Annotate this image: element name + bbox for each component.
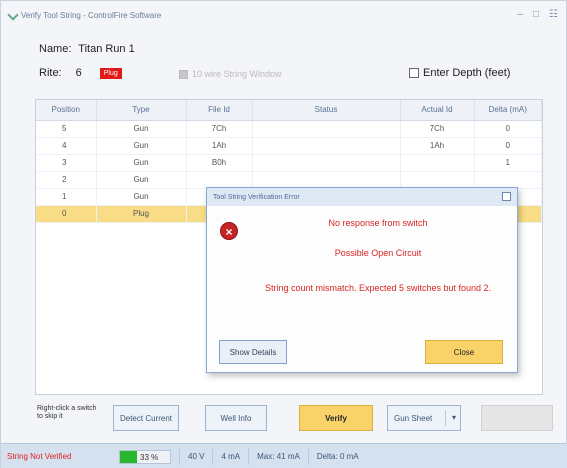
dialog-close-icon[interactable]	[502, 192, 511, 201]
cell-status	[252, 120, 401, 138]
col-type[interactable]: Type	[96, 100, 187, 121]
well-info-button[interactable]: Well Info	[205, 405, 267, 431]
cell-status	[252, 137, 401, 155]
table-row[interactable]: 3 Gun B0h 1	[36, 154, 542, 172]
ten-wire-option: 10 wire String Window	[179, 69, 282, 79]
cell-status	[252, 171, 401, 189]
cell-file-id: 1Ah	[186, 137, 253, 155]
status-bar: String Not Verified 33 % 40 V 4 mA Max: …	[1, 443, 567, 468]
rite-label: Rite:	[39, 67, 62, 79]
cell-delta	[474, 171, 542, 189]
verify-tool-string-window: Verify Tool String - ControlFire Softwar…	[0, 0, 567, 468]
name-value: Titan Run 1	[78, 43, 135, 55]
cell-position: 2	[36, 171, 97, 189]
col-delta[interactable]: Delta (mA)	[474, 100, 542, 121]
name-label: Name:	[39, 43, 72, 55]
disabled-action-button	[481, 405, 553, 431]
cell-position: 5	[36, 120, 97, 138]
chevron-down-icon[interactable]: ▾	[452, 413, 456, 422]
status-delta: Delta: 0 mA	[307, 448, 367, 465]
progress-fill	[120, 450, 137, 463]
dialog-close-button[interactable]: Close	[425, 340, 503, 364]
verification-error-dialog: Tool String Verification Error × No resp…	[206, 187, 518, 373]
table-row[interactable]: 2 Gun	[36, 171, 542, 189]
name-row: Name: Titan Run 1	[39, 43, 135, 55]
error-message-open-circuit: Possible Open Circuit	[334, 248, 422, 258]
progress-bar: 33 %	[119, 449, 171, 464]
rite-value: 6	[75, 67, 82, 79]
cell-type: Gun	[96, 120, 187, 138]
cell-type: Gun	[96, 137, 187, 155]
verify-button[interactable]: Verify	[299, 405, 373, 431]
skip-hint: Right-click a switch to skip it	[37, 405, 97, 420]
detect-current-button[interactable]: Detect Current	[113, 405, 179, 431]
table-row[interactable]: 5 Gun 7Ch 7Ch 0	[36, 120, 542, 138]
window-controls: – □ ☷	[517, 9, 558, 20]
dialog-title: Tool String Verification Error	[213, 193, 300, 201]
table-header-row: Position Type File Id Status Actual Id D…	[36, 100, 542, 121]
close-icon[interactable]: ☷	[549, 9, 558, 20]
cell-type: Gun	[96, 154, 187, 172]
plug-badge: Plug	[99, 67, 122, 79]
cell-type: Plug	[96, 205, 187, 223]
cell-actual-id: 7Ch	[400, 120, 475, 138]
enter-depth-checkbox[interactable]	[409, 68, 419, 78]
cell-actual-id	[400, 171, 475, 189]
col-status[interactable]: Status	[252, 100, 401, 121]
status-not-verified: String Not Verified	[7, 452, 72, 461]
cell-delta: 0	[474, 120, 542, 138]
app-icon	[7, 9, 19, 21]
error-message-count-mismatch: String count mismatch. Expected 5 switch…	[264, 283, 492, 293]
cell-position: 1	[36, 188, 97, 206]
gun-sheet-label: Gun Sheet	[394, 413, 433, 423]
window-title: Verify Tool String - ControlFire Softwar…	[21, 10, 162, 20]
cell-type: Gun	[96, 188, 187, 206]
cell-position: 0	[36, 205, 97, 223]
cell-file-id	[186, 171, 253, 189]
error-icon: ×	[220, 222, 238, 240]
minimize-icon[interactable]: –	[517, 9, 523, 20]
status-current: 4 mA	[212, 448, 248, 465]
col-actual-id[interactable]: Actual Id	[400, 100, 475, 121]
show-details-button[interactable]: Show Details	[219, 340, 287, 364]
cell-file-id: 7Ch	[186, 120, 253, 138]
title-bar: Verify Tool String - ControlFire Softwar…	[1, 1, 566, 29]
cell-file-id: B0h	[186, 154, 253, 172]
dialog-title-bar: Tool String Verification Error	[207, 188, 517, 206]
cell-actual-id	[400, 154, 475, 172]
ten-wire-label: 10 wire String Window	[192, 69, 282, 79]
cell-delta: 0	[474, 137, 542, 155]
col-position[interactable]: Position	[36, 100, 97, 121]
split-divider	[445, 410, 446, 426]
rite-row: Rite: 6 Plug	[39, 67, 122, 79]
progress-text: 33 %	[140, 452, 159, 462]
ten-wire-checkbox	[179, 69, 188, 79]
maximize-icon[interactable]: □	[533, 9, 539, 20]
cell-position: 4	[36, 137, 97, 155]
cell-status	[252, 154, 401, 172]
cell-actual-id: 1Ah	[400, 137, 475, 155]
table-row[interactable]: 4 Gun 1Ah 1Ah 0	[36, 137, 542, 155]
col-file-id[interactable]: File Id	[186, 100, 253, 121]
enter-depth-label: Enter Depth (feet)	[423, 67, 511, 79]
cell-position: 3	[36, 154, 97, 172]
enter-depth-option[interactable]: Enter Depth (feet)	[409, 67, 510, 79]
gun-sheet-button[interactable]: Gun Sheet ▾	[387, 405, 461, 431]
error-message-no-response: No response from switch	[328, 218, 428, 228]
status-voltage: 40 V	[179, 448, 212, 465]
cell-delta: 1	[474, 154, 542, 172]
cell-type: Gun	[96, 171, 187, 189]
status-max: Max: 41 mA	[248, 448, 308, 465]
